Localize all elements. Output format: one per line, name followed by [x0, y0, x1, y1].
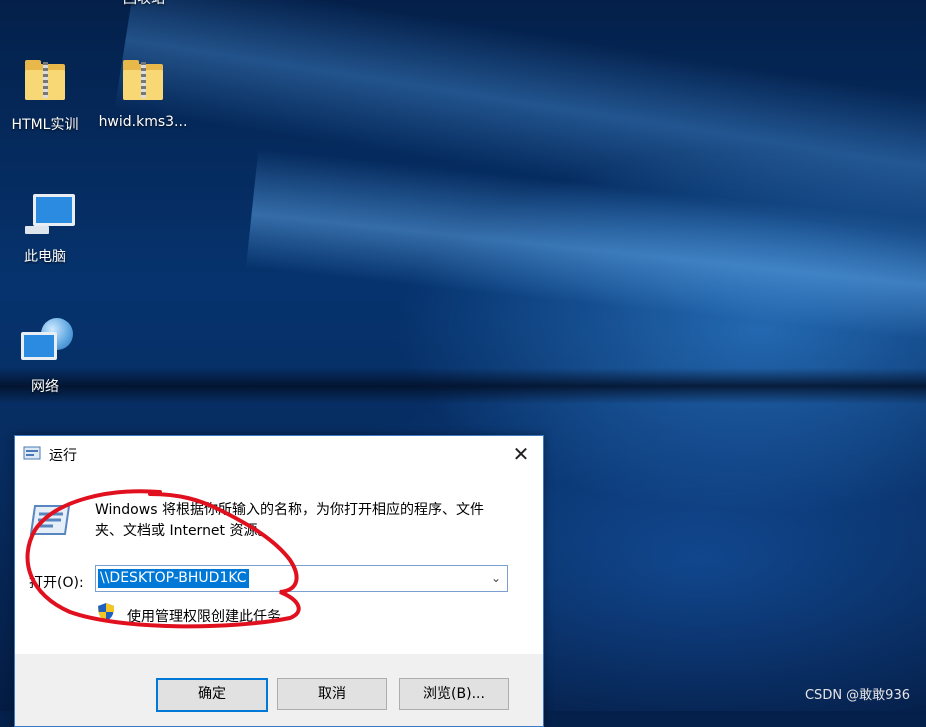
folder-zip-icon	[21, 54, 69, 110]
desktop-icon-html-folder[interactable]: HTML实训	[0, 54, 93, 134]
close-button[interactable]: ✕	[499, 436, 543, 472]
cancel-button[interactable]: 取消	[277, 678, 387, 710]
desktop-icon-hwid-folder[interactable]: hwid.kms3...	[95, 54, 191, 130]
desktop-icon-label: 回收站	[96, 0, 192, 8]
desktop-icon-label: 此电脑	[24, 249, 66, 265]
open-combobox[interactable]: \\DESKTOP-BHUD1KC ⌄	[95, 565, 508, 592]
dialog-title: 运行	[49, 448, 77, 464]
admin-privilege-text: 使用管理权限创建此任务	[127, 609, 281, 625]
desktop-icon-label: 网络	[31, 379, 59, 395]
close-icon: ✕	[512, 442, 530, 466]
desktop-icon-this-pc[interactable]: 此电脑	[0, 186, 93, 266]
open-input-value[interactable]: \\DESKTOP-BHUD1KC	[98, 569, 249, 588]
wallpaper-shadow-band	[0, 368, 926, 404]
desktop-icon-label: HTML实训	[11, 117, 79, 133]
wallpaper-light-beam	[114, 0, 926, 250]
this-pc-icon	[21, 186, 75, 242]
run-dialog: 运行 ✕ Windows 将根据你所输入的名称，为你打开相应的程序、文件夹、文档…	[14, 435, 544, 727]
desktop-icon-recycle-bin[interactable]: 回收站	[96, 0, 192, 8]
open-label: 打开(O):	[29, 575, 84, 591]
dialog-description: Windows 将根据你所输入的名称，为你打开相应的程序、文件夹、文档或 Int…	[95, 502, 484, 539]
desktop-icon-network[interactable]: 网络	[0, 316, 93, 396]
dialog-body: Windows 将根据你所输入的名称，为你打开相应的程序、文件夹、文档或 Int…	[15, 472, 543, 654]
uac-shield-icon	[98, 603, 114, 621]
dialog-titlebar[interactable]: 运行 ✕	[15, 436, 543, 472]
dialog-footer: 确定 取消 浏览(B)...	[15, 654, 543, 726]
run-icon	[29, 505, 71, 535]
wallpaper-light-beam	[245, 148, 926, 352]
network-icon	[21, 316, 73, 372]
run-icon	[23, 446, 41, 460]
folder-zip-icon	[119, 54, 167, 110]
browse-button[interactable]: 浏览(B)...	[399, 678, 509, 710]
desktop-icon-label: hwid.kms3...	[98, 114, 188, 130]
chevron-down-icon[interactable]: ⌄	[489, 570, 503, 586]
watermark-text: CSDN @敢敢936	[804, 688, 910, 703]
ok-button[interactable]: 确定	[156, 678, 268, 712]
